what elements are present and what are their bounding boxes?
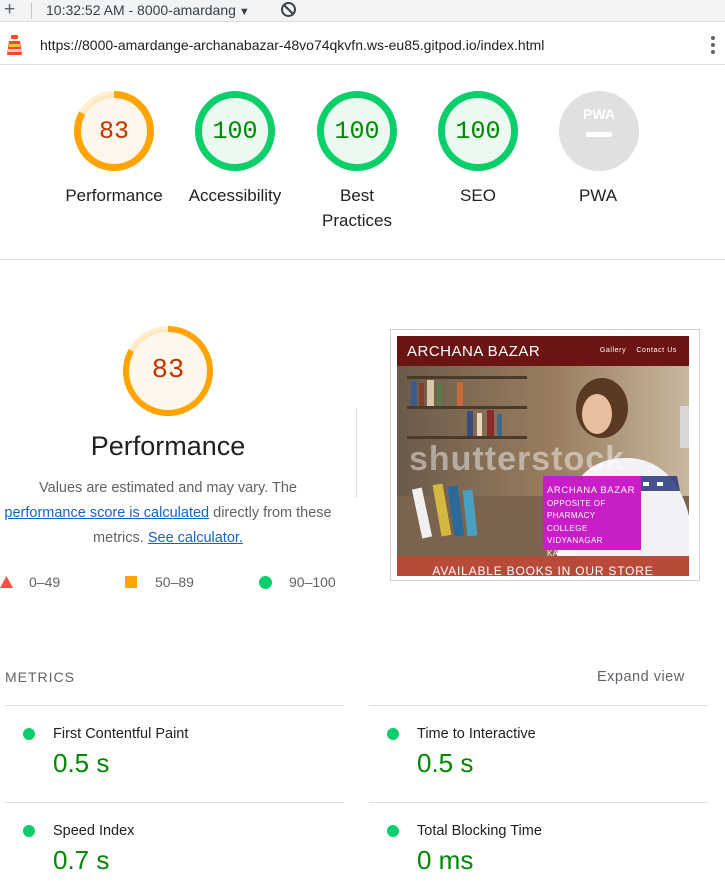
report-toolbar: + 10:32:52 AM - 8000-amardang ▼ — [0, 0, 725, 22]
legend-range: 0–49 — [29, 574, 61, 590]
more-vert-icon[interactable] — [704, 34, 722, 56]
see-calculator-link[interactable]: See calculator. — [148, 530, 243, 546]
report-run-label: 10:32:52 AM - 8000-amardang — [46, 2, 236, 18]
block-icon[interactable] — [280, 1, 297, 18]
metric-name: First Contentful Paint — [53, 726, 189, 742]
legend-pass: 90–100 — [259, 574, 349, 592]
address-box: ARCHANA BAZAR OPPOSITE OF PHARMACY COLLE… — [543, 476, 641, 558]
vertical-divider — [356, 408, 357, 498]
address-line-3: COLLEGE VIDYANAGAR — [547, 523, 603, 546]
gauge-performance[interactable]: 83 Performance — [54, 90, 174, 235]
metric-value: 0.5 s — [417, 748, 474, 778]
metric-value: 0.5 s — [53, 748, 110, 778]
gauge-seo[interactable]: 100 SEO — [418, 90, 538, 235]
performance-gauge-large: 83 — [121, 324, 215, 418]
metric-time-to-interactive: Time to Interactive 0.5 s — [387, 726, 707, 786]
page-url[interactable]: https://8000-amardange-archanabazar-48vo… — [40, 37, 544, 53]
legend-average: 50–89 — [125, 574, 215, 592]
metric-speed-index: Speed Index 0.7 s — [23, 823, 343, 883]
metric-value: 0.7 s — [53, 845, 110, 875]
triangle-icon — [0, 576, 13, 588]
performance-title: Performance — [90, 431, 246, 461]
metric-divider — [5, 705, 344, 706]
gauge-score: 100 — [212, 117, 258, 146]
circle-icon — [259, 576, 272, 589]
gauge-label-line1: Best — [339, 186, 375, 205]
desc-text-2: directly from these — [209, 505, 332, 521]
pass-circle-icon — [387, 728, 399, 740]
gauge-label: Accessibility — [188, 186, 282, 205]
metric-first-contentful-paint: First Contentful Paint 0.5 s — [23, 726, 343, 786]
desc-text-1: Values are estimated and may vary. The — [39, 480, 297, 496]
square-icon — [125, 576, 137, 588]
expand-view-toggle[interactable]: Expand view — [597, 669, 685, 685]
metric-divider — [5, 802, 344, 803]
report-run-select[interactable]: 10:32:52 AM - 8000-amardang ▼ — [46, 2, 250, 18]
metric-divider — [369, 705, 708, 706]
site-nav-links: Gallery Contact Us — [600, 347, 677, 354]
metric-name: Time to Interactive — [417, 726, 536, 742]
legend-range: 50–89 — [155, 574, 194, 590]
gauge-label: PWA — [578, 186, 618, 205]
url-bar: https://8000-amardange-archanabazar-48vo… — [0, 25, 725, 65]
gauge-pwa[interactable]: PWA PWA — [538, 90, 658, 235]
address-line-2: OPPOSITE OF PHARMACY — [547, 498, 606, 521]
gauge-label: SEO — [460, 186, 496, 205]
score-calculated-link[interactable]: performance score is calculated — [4, 505, 209, 521]
desc-text-3: metrics. — [93, 530, 148, 546]
performance-description: Values are estimated and may vary. The p… — [0, 476, 336, 551]
gauge-score: 83 — [98, 117, 129, 146]
gauge-accessibility[interactable]: 100 Accessibility — [175, 90, 295, 235]
pwa-badge-text: PWA — [583, 106, 615, 122]
metric-divider — [369, 802, 708, 803]
toolbar-separator — [31, 3, 32, 19]
lighthouse-icon — [7, 35, 22, 55]
pwa-badge-icon: PWA — [559, 91, 639, 171]
gauge-score: 83 — [151, 356, 185, 386]
stock-watermark: shutterstock — [409, 440, 626, 478]
gauge-label-line2: Practices — [322, 211, 392, 230]
gauge-label: Performance — [65, 186, 163, 205]
section-divider — [0, 259, 725, 260]
books-banner: AVAILABLE BOOKS IN OUR STORE — [397, 556, 689, 576]
gauge-best-practices[interactable]: 100 Best Practices — [297, 90, 417, 235]
pass-circle-icon — [387, 825, 399, 837]
gauge-score: 100 — [455, 117, 501, 146]
site-nav-gallery: Gallery — [599, 347, 627, 354]
metric-name: Total Blocking Time — [417, 823, 542, 839]
legend-range: 90–100 — [289, 574, 336, 590]
metric-value: 0 ms — [417, 845, 474, 875]
metrics-heading: METRICS — [5, 669, 75, 685]
metric-total-blocking-time: Total Blocking Time 0 ms — [387, 823, 707, 883]
address-line-1: ARCHANA BAZAR — [547, 485, 636, 496]
plus-icon[interactable]: + — [4, 0, 15, 21]
pass-circle-icon — [23, 825, 35, 837]
metric-name: Speed Index — [53, 823, 135, 839]
caret-down-icon: ▼ — [238, 6, 250, 18]
legend-fail: 0–49 — [0, 574, 80, 592]
site-brand: ARCHANA BAZAR — [407, 343, 541, 360]
site-navbar: ARCHANA BAZAR Gallery Contact Us — [397, 336, 689, 366]
pass-circle-icon — [23, 728, 35, 740]
screenshot-viewport: ARCHANA BAZAR Gallery Contact Us shutter… — [397, 336, 689, 576]
gauge-score: 100 — [334, 117, 380, 146]
gauge-label: Best Practices — [297, 183, 417, 233]
final-screenshot[interactable]: ARCHANA BAZAR Gallery Contact Us shutter… — [390, 329, 700, 581]
site-nav-contact: Contact Us — [636, 347, 677, 354]
